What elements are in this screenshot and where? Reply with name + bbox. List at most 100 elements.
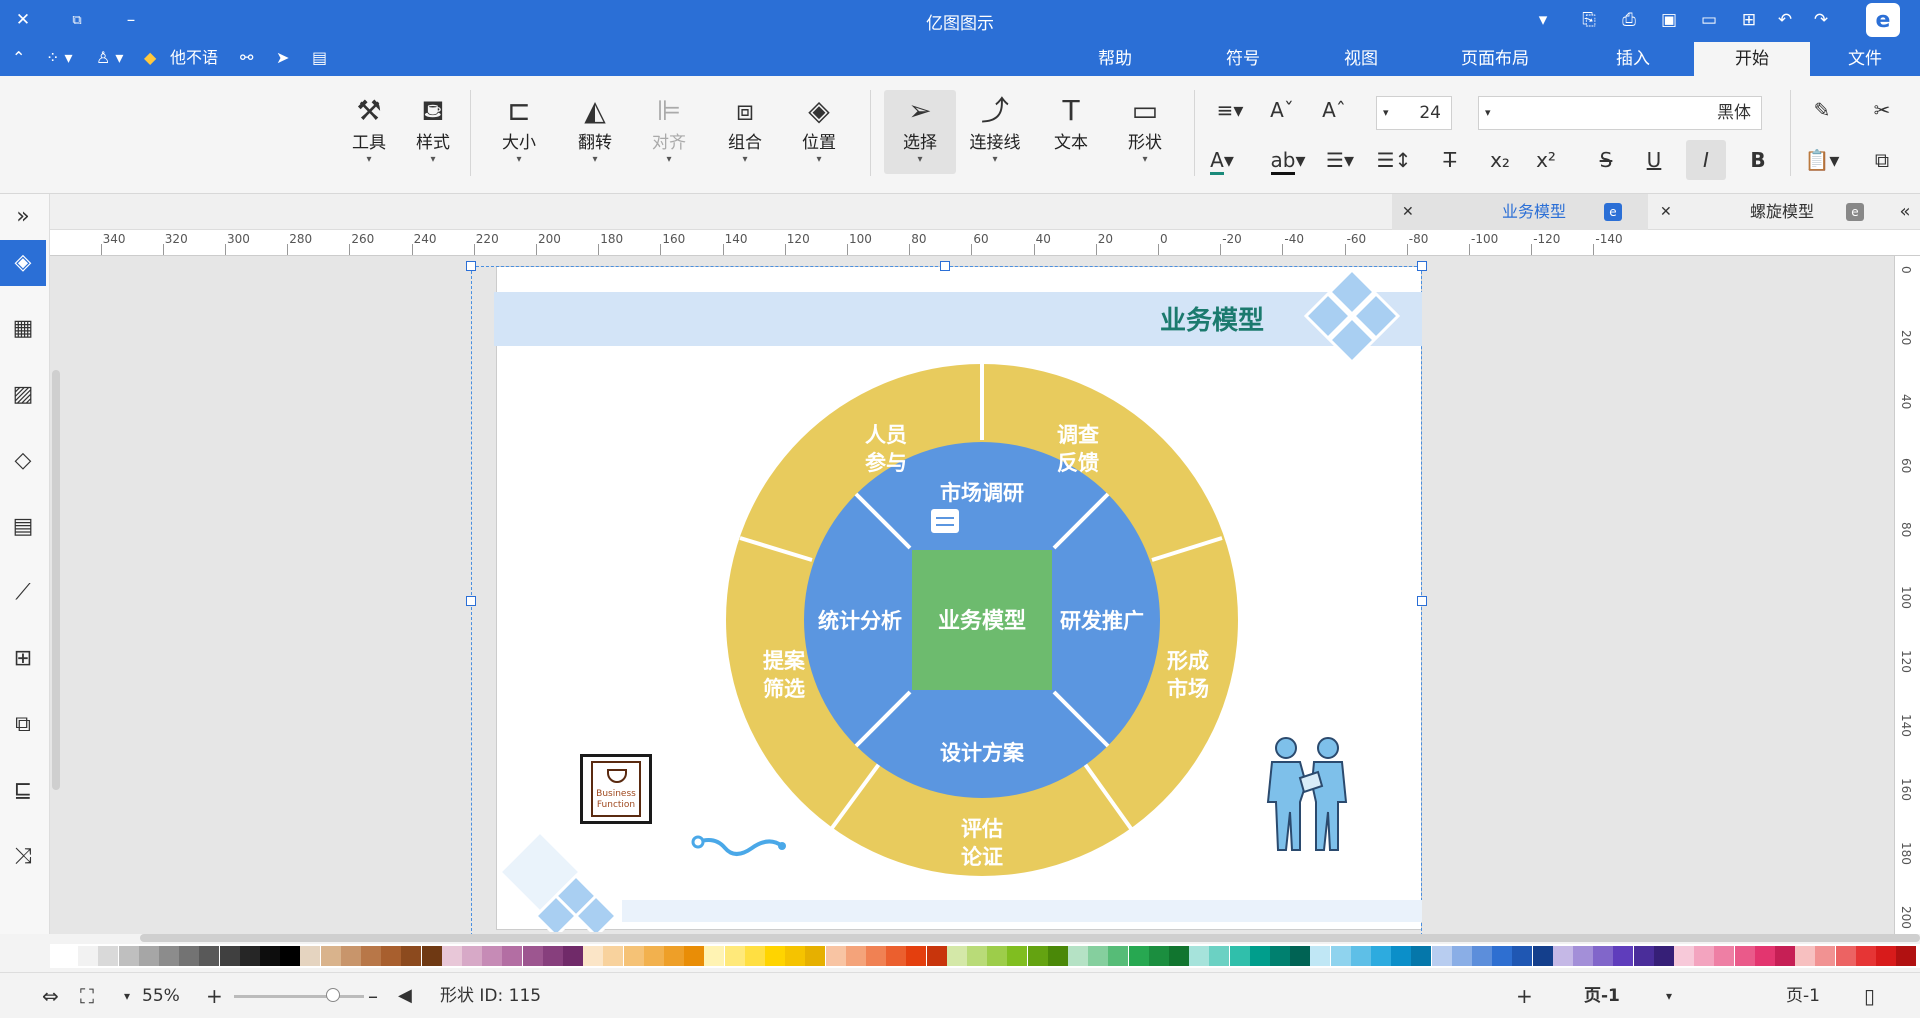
color-swatch[interactable] <box>664 946 684 966</box>
page-icon[interactable]: ▤ <box>0 504 46 550</box>
page-dropdown-icon[interactable]: ▾ <box>1666 983 1672 1009</box>
list-icon[interactable]: ≡▾ <box>1210 90 1250 130</box>
tab-view[interactable]: 视图 <box>1318 42 1404 76</box>
text-button[interactable]: T 文本 <box>1040 90 1102 174</box>
resize-handle[interactable] <box>940 261 950 271</box>
business-function-logo[interactable]: Business Function <box>580 754 652 824</box>
connector-button[interactable]: ⤴ 连接线 ▾ <box>964 90 1026 174</box>
puzzle-icon[interactable]: ⧉ <box>0 702 46 748</box>
position-button[interactable]: ◈ 位置 ▾ <box>788 90 850 174</box>
color-swatch[interactable] <box>926 946 947 966</box>
font-color-button[interactable]: A▾ <box>1202 140 1242 180</box>
add-page-icon[interactable]: + <box>1516 983 1533 1009</box>
color-swatch[interactable] <box>967 946 987 966</box>
superscript-button[interactable]: x² <box>1526 140 1566 180</box>
color-swatch[interactable] <box>1552 946 1573 966</box>
color-swatch[interactable] <box>825 946 846 966</box>
page-tab[interactable]: 页-1 <box>1584 983 1620 1009</box>
color-swatch[interactable] <box>118 946 139 966</box>
color-swatch[interactable] <box>1148 946 1169 966</box>
tab-home[interactable]: 开始 <box>1694 42 1810 76</box>
fit-width-icon[interactable]: ⇔ <box>42 983 59 1009</box>
color-swatch[interactable] <box>1229 946 1250 966</box>
zoom-level[interactable]: 55% <box>142 983 180 1009</box>
export-icon[interactable]: ⎘ <box>1576 7 1602 33</box>
paste-icon[interactable]: 📋▾ <box>1802 140 1842 180</box>
color-swatch[interactable] <box>1815 946 1836 966</box>
tab-symbol[interactable]: 符号 <box>1200 42 1286 76</box>
color-swatch[interactable] <box>1512 946 1533 966</box>
color-swatch[interactable] <box>1209 946 1230 966</box>
color-swatch[interactable] <box>1835 946 1856 966</box>
play-icon[interactable]: ◀ <box>398 983 412 1009</box>
color-swatch[interactable] <box>946 946 967 966</box>
color-swatch[interactable] <box>845 946 866 966</box>
fill-icon[interactable]: ◈ <box>0 240 46 286</box>
tools-button[interactable]: ⚒ 工具 ▾ <box>338 90 400 174</box>
color-swatch[interactable] <box>1896 946 1917 966</box>
new-icon[interactable]: ⊞ <box>1736 7 1762 33</box>
color-swatch[interactable] <box>987 946 1008 966</box>
grid-icon[interactable]: ▦ <box>0 306 46 352</box>
color-swatch[interactable] <box>482 946 503 966</box>
color-swatch[interactable] <box>724 946 745 966</box>
chart-icon[interactable]: ⟋ <box>0 570 46 616</box>
panel-toggle-icon[interactable]: ▯ <box>1864 983 1875 1009</box>
color-swatch[interactable] <box>502 946 523 966</box>
layers-icon[interactable]: ◇ <box>0 438 46 484</box>
shirt-icon[interactable]: ♙ ▾ <box>96 45 123 71</box>
color-swatch[interactable] <box>421 946 442 966</box>
color-swatch[interactable] <box>1714 946 1735 966</box>
color-swatch[interactable] <box>744 946 765 966</box>
color-swatch[interactable] <box>78 946 99 966</box>
style-button[interactable]: ⛾ 样式 ▾ <box>402 90 464 174</box>
color-swatch[interactable] <box>1068 946 1088 966</box>
color-swatch[interactable] <box>340 946 361 966</box>
tab-spiral-model[interactable]: ✕ 螺旋模型 e <box>1650 194 1890 230</box>
zoom-slider[interactable] <box>234 995 364 998</box>
italic-button[interactable]: I <box>1686 140 1726 180</box>
tab-page-layout[interactable]: 页面布局 <box>1440 42 1550 76</box>
color-swatch[interactable] <box>381 946 402 966</box>
tab-file[interactable]: 文件 <box>1822 42 1908 76</box>
resize-handle[interactable] <box>1417 596 1427 606</box>
table-icon[interactable]: ⊞ <box>0 636 46 682</box>
color-swatch[interactable] <box>1754 946 1775 966</box>
color-swatch[interactable] <box>462 946 482 966</box>
align-button[interactable]: ⊫ 对齐 ▾ <box>638 90 700 174</box>
note-icon[interactable] <box>929 507 961 535</box>
image-icon[interactable]: ▨ <box>0 372 46 418</box>
shuffle-icon[interactable]: ⤨ <box>0 834 46 880</box>
resize-handle[interactable] <box>466 261 476 271</box>
shape-button[interactable]: ▭ 形状 ▾ <box>1114 90 1176 174</box>
highlight-button[interactable]: ab▾ <box>1262 140 1314 180</box>
select-button[interactable]: ➢ 选择 ▾ <box>884 90 956 174</box>
subscript-button[interactable]: x₂ <box>1480 140 1520 180</box>
comment-icon[interactable]: ▤ <box>312 45 327 71</box>
color-swatch[interactable] <box>1613 946 1634 966</box>
color-swatch[interactable] <box>542 946 563 966</box>
collapse-ribbon-icon[interactable]: ⌃ <box>12 45 25 71</box>
group-button[interactable]: ⧈ 组合 ▾ <box>714 90 776 174</box>
collapse-panel-icon[interactable]: « <box>1890 194 1920 230</box>
copy-icon[interactable]: ⧉ <box>1862 140 1902 180</box>
color-swatch[interactable] <box>1472 946 1492 966</box>
format-painter-icon[interactable]: ✎ <box>1802 90 1842 130</box>
color-swatch[interactable] <box>886 946 907 966</box>
business-model-diagram[interactable]: 业务模型 市场调研 研发推广 设计方案 统计分析 调查 反馈 形成 市场 评估 … <box>722 360 1242 880</box>
font-family-select[interactable]: ▾ 黑体 <box>1478 96 1762 130</box>
color-swatch[interactable] <box>906 946 927 966</box>
dropdown-icon[interactable]: ▾ <box>1530 7 1556 33</box>
horizontal-scrollbar[interactable] <box>140 934 1920 942</box>
color-swatch[interactable] <box>239 946 260 966</box>
resize-handle[interactable] <box>1417 261 1427 271</box>
color-swatch[interactable] <box>643 946 664 966</box>
color-swatch[interactable] <box>785 946 806 966</box>
color-swatch[interactable] <box>58 946 78 966</box>
color-swatch[interactable] <box>1593 946 1614 966</box>
color-swatch[interactable] <box>522 946 543 966</box>
color-swatch[interactable] <box>1391 946 1412 966</box>
color-swatch[interactable] <box>320 946 341 966</box>
color-swatch[interactable] <box>1007 946 1028 966</box>
color-swatch[interactable] <box>704 946 725 966</box>
